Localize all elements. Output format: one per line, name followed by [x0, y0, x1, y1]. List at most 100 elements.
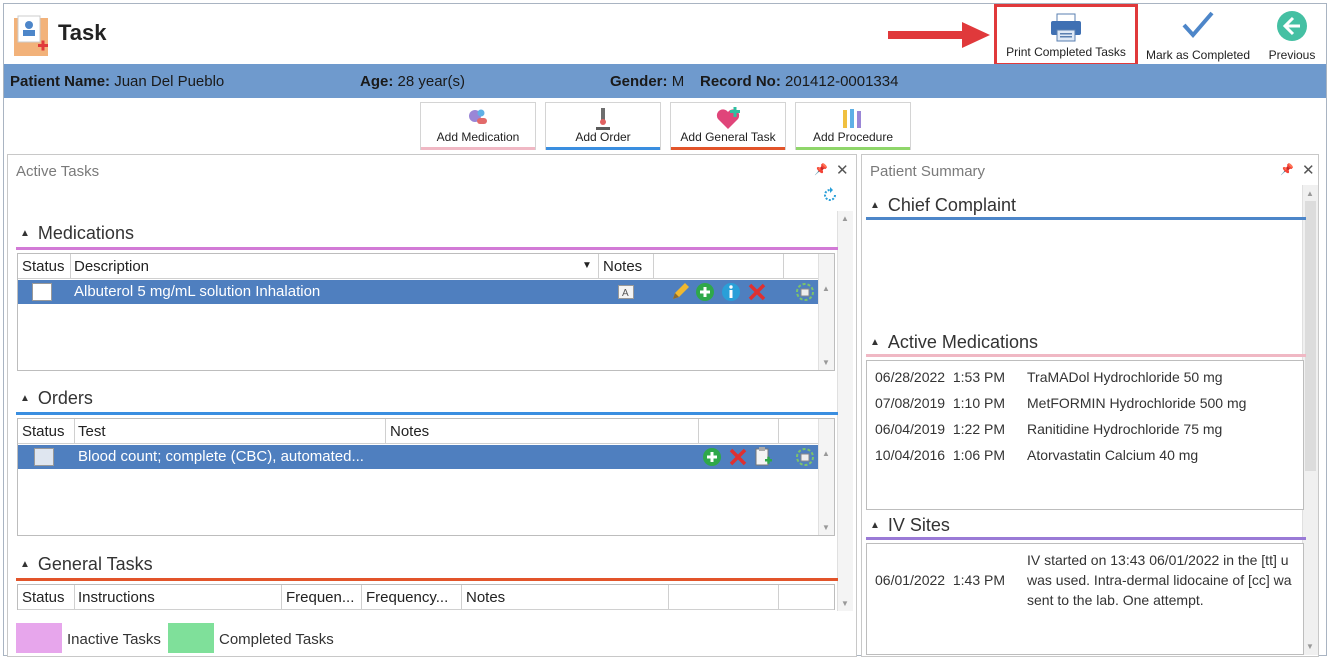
column-instructions[interactable]: Instructions [78, 589, 155, 610]
med-date: 06/04/2019 [875, 421, 946, 437]
add-plus-icon[interactable] [702, 447, 722, 467]
iv-sites-list: 06/01/2022 1:43 PM IV started on 13:43 0… [866, 543, 1304, 655]
iv-note-line: sent to the lab. One attempt. [1027, 592, 1204, 608]
inactive-tasks-swatch [16, 623, 62, 653]
status-checkbox[interactable] [32, 283, 52, 301]
patient-summary-scrollbar[interactable]: ▲ ▼ [1302, 185, 1318, 655]
active-medications-section-header[interactable]: ▲ Active Medications [870, 332, 1038, 353]
medications-grid-scrollbar[interactable]: ▲ ▼ [818, 254, 834, 370]
column-status[interactable]: Status [22, 589, 65, 610]
general-tasks-section-header[interactable]: ▲ General Tasks [20, 554, 153, 575]
orders-heading: Orders [37, 388, 93, 408]
task-window: Task Print Completed Tasks Mark as Compl… [3, 3, 1327, 657]
iv-note-line: IV started on 13:43 06/01/2022 in the [t… [1027, 552, 1289, 568]
add-plus-icon[interactable] [695, 282, 715, 302]
print-completed-tasks-button[interactable]: Print Completed Tasks [994, 4, 1138, 66]
close-icon[interactable]: ✕ [1302, 161, 1315, 179]
refresh-icon[interactable] [822, 187, 838, 203]
add-procedure-button[interactable]: Add Procedure [795, 102, 911, 150]
iv-site-datetime: 06/01/2022 1:43 PM [875, 572, 1005, 588]
add-medication-label: Add Medication [436, 130, 520, 144]
column-notes[interactable]: Notes [466, 589, 505, 610]
complete-task-icon[interactable] [796, 283, 814, 301]
general-tasks-heading: General Tasks [37, 554, 153, 574]
patient-summary-title: Patient Summary [870, 163, 986, 180]
column-frequency-type[interactable]: Frequency... [366, 589, 448, 610]
add-order-label: Add Order [575, 130, 631, 144]
med-date: 07/08/2019 [875, 395, 946, 411]
gender-field: Gender: M [610, 73, 684, 90]
clipboard-add-icon[interactable] [754, 447, 772, 467]
orders-grid-scrollbar[interactable]: ▲ ▼ [818, 419, 834, 535]
order-row[interactable]: Blood count; complete (CBC), automated..… [18, 445, 818, 469]
delete-x-icon[interactable] [747, 282, 767, 302]
patient-name-value: Juan Del Pueblo [114, 73, 225, 90]
med-date: 06/28/2022 [875, 369, 946, 385]
med-time: 1:10 PM [952, 395, 1005, 411]
iv-sites-heading: IV Sites [887, 515, 950, 535]
printer-icon [1051, 13, 1081, 42]
status-checkbox[interactable] [34, 448, 54, 466]
general-tasks-divider [16, 578, 838, 581]
iv-sites-divider [866, 537, 1306, 540]
microscope-icon [596, 108, 610, 130]
add-order-button[interactable]: Add Order [545, 102, 661, 150]
add-general-task-button[interactable]: Add General Task [670, 102, 786, 150]
medication-row[interactable]: Albuterol 5 mg/mL solution Inhalation A [18, 280, 818, 304]
mark-as-completed-label: Mark as Completed [1145, 48, 1251, 62]
back-arrow-icon [1277, 11, 1307, 41]
list-item[interactable]: 10/04/2016 1:06 PM Atorvastatin Calcium … [875, 447, 1198, 463]
medications-section-header[interactable]: ▲ Medications [20, 223, 134, 244]
column-frequency[interactable]: Frequen... [286, 589, 354, 610]
active-medications-list: 06/28/2022 1:53 PM TraMADol Hydrochlorid… [866, 360, 1304, 510]
med-name: Atorvastatin Calcium 40 mg [1027, 447, 1199, 463]
print-completed-tasks-label: Print Completed Tasks [1006, 45, 1126, 59]
red-arrow-annotation [888, 22, 990, 48]
record-no-field: Record No: 201412-0001334 [700, 73, 898, 90]
age-field: Age: 28 year(s) [360, 73, 465, 90]
title-bar: Task Print Completed Tasks Mark as Compl… [4, 4, 1326, 66]
med-name: Ranitidine Hydrochloride 75 mg [1027, 421, 1223, 437]
svg-text:A: A [622, 288, 629, 299]
add-medication-button[interactable]: Add Medication [420, 102, 536, 150]
collapse-caret-icon: ▲ [20, 228, 30, 239]
medications-grid: Status Description ▼ Notes Albuterol 5 m… [17, 253, 835, 371]
pin-icon[interactable]: 📌 [814, 163, 828, 176]
pin-icon[interactable]: 📌 [1280, 163, 1294, 176]
add-procedure-label: Add Procedure [812, 130, 894, 144]
iv-sites-section-header[interactable]: ▲ IV Sites [870, 515, 950, 536]
active-tasks-scrollbar[interactable]: ▲ ▼ [837, 211, 853, 611]
list-item[interactable]: 06/28/2022 1:53 PM TraMADol Hydrochlorid… [875, 369, 1223, 385]
list-item[interactable]: 06/04/2019 1:22 PM Ranitidine Hydrochlor… [875, 421, 1222, 437]
notes-icon[interactable]: A [618, 285, 634, 299]
delete-x-icon[interactable] [728, 447, 748, 467]
record-no-value: 201412-0001334 [785, 73, 899, 90]
info-icon[interactable] [721, 282, 741, 302]
med-name: MetFORMIN Hydrochloride 500 mg [1027, 395, 1247, 411]
complete-task-icon[interactable] [796, 448, 814, 466]
orders-divider [16, 412, 838, 415]
chief-complaint-section-header[interactable]: ▲ Chief Complaint [870, 195, 1016, 216]
add-general-task-label: Add General Task [680, 130, 776, 144]
orders-section-header[interactable]: ▲ Orders [20, 388, 93, 409]
medications-heading: Medications [37, 223, 134, 243]
patient-info-bar: Patient Name: Juan Del Pueblo Age: 28 ye… [4, 64, 1326, 98]
active-tasks-panel: Active Tasks 📌 ✕ ▲ ▼ ▲ Medications Status… [7, 154, 857, 657]
pills-icon [469, 109, 487, 124]
gender-value: M [671, 73, 685, 90]
order-test: Blood count; complete (CBC), automated..… [78, 448, 364, 465]
completed-tasks-swatch [168, 623, 214, 653]
active-medications-heading: Active Medications [887, 332, 1038, 352]
age-label: Age: [360, 73, 394, 90]
list-item[interactable]: 07/08/2019 1:10 PM MetFORMIN Hydrochlori… [875, 395, 1246, 411]
previous-button[interactable]: Previous [1260, 4, 1324, 66]
mark-as-completed-button[interactable]: Mark as Completed [1142, 4, 1254, 66]
test-tubes-icon [843, 109, 861, 128]
active-tasks-title: Active Tasks [16, 163, 100, 180]
iv-note-line: was used. Intra-dermal lidocaine of [cc]… [1027, 572, 1292, 588]
edit-pencil-icon[interactable] [670, 282, 690, 302]
medications-grid-header: Status Description ▼ Notes [18, 254, 834, 279]
general-tasks-grid-header: Status Instructions Frequen... Frequency… [18, 585, 834, 610]
active-medications-divider [866, 354, 1306, 357]
close-icon[interactable]: ✕ [836, 161, 849, 179]
